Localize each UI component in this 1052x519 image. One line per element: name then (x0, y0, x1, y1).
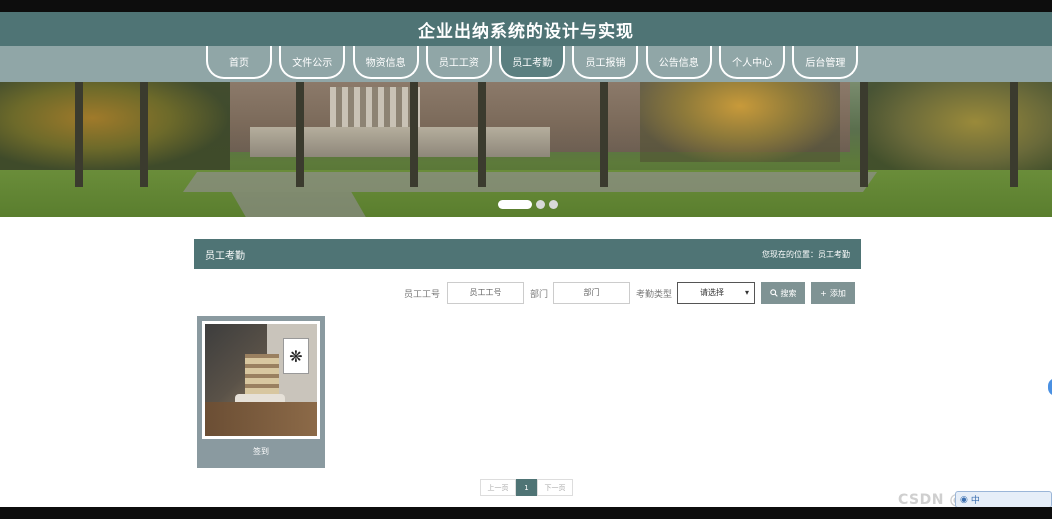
room-photo: ❋ (205, 324, 317, 436)
window-top-edge (0, 0, 1052, 12)
window-bottom-edge (0, 507, 1052, 519)
banner-trunk (75, 82, 83, 187)
chevron-down-icon: ▾ (744, 288, 749, 297)
banner-columns (330, 87, 420, 132)
prev-page-button[interactable]: 上一页 (480, 479, 516, 496)
next-page-button[interactable]: 下一页 (537, 479, 573, 496)
add-button-label: 添加 (829, 288, 846, 298)
search-bar: 员工工号 员工工号 部门 部门 考勤类型 请选择 ▾ 搜索 + 添加 (194, 282, 861, 304)
main-nav: 首页 文件公示 物资信息 员工工资 员工考勤 员工报销 公告信息 个人中心 后台管理 (0, 46, 1052, 82)
panel-title: 员工考勤 (205, 250, 245, 262)
nav-item[interactable]: 公告信息 (645, 46, 712, 79)
record-image[interactable]: ❋ (202, 321, 320, 439)
banner-trunk (478, 82, 486, 187)
site-header: 企业出纳系统的设计与实现 (0, 12, 1052, 46)
carousel-dots (498, 200, 558, 209)
nav-item[interactable]: 员工报销 (572, 46, 639, 79)
emp-no-label: 员工工号 (404, 290, 441, 300)
banner-path (182, 172, 878, 192)
brain-art-icon: ❋ (283, 338, 309, 374)
search-icon (769, 289, 778, 297)
pagination: 上一页 1 下一页 (480, 479, 573, 496)
panel-header: 员工考勤 您现在的位置：员工考勤 (194, 239, 861, 269)
banner-trunk (860, 82, 868, 187)
nav-item[interactable]: 后台管理 (792, 46, 859, 79)
search-button-label: 搜索 (780, 288, 797, 298)
banner-trunk (140, 82, 148, 187)
nav-item[interactable]: 个人中心 (719, 46, 786, 79)
emp-no-input[interactable]: 员工工号 (447, 282, 524, 304)
type-label: 考勤类型 (636, 290, 673, 300)
carousel-dot[interactable] (536, 200, 545, 209)
record-card[interactable]: ❋ 签到 (197, 316, 325, 468)
banner-carousel[interactable] (0, 82, 1052, 217)
nav-item[interactable]: 首页 (206, 46, 272, 79)
attendance-type-select[interactable]: 请选择 ▾ (677, 282, 755, 304)
breadcrumb: 您现在的位置：员工考勤 (762, 249, 850, 259)
carousel-dot[interactable] (549, 200, 558, 209)
banner-path-2 (231, 192, 369, 217)
dept-input[interactable]: 部门 (553, 282, 630, 304)
translate-toolbar[interactable]: ◉ 中 (955, 491, 1052, 508)
banner-trunk (600, 82, 608, 187)
nav-item[interactable]: 物资信息 (352, 46, 419, 79)
add-button[interactable]: + 添加 (811, 282, 855, 304)
photo-floor (205, 402, 317, 436)
page-1-button[interactable]: 1 (516, 479, 537, 496)
dept-label: 部门 (530, 290, 549, 300)
nav-item[interactable]: 员工考勤 (499, 46, 566, 79)
banner-steps (250, 127, 550, 157)
translate-badge-label: 中 (970, 496, 980, 506)
record-name[interactable]: 签到 (197, 446, 325, 457)
nav-item[interactable]: 文件公示 (279, 46, 346, 79)
plus-icon: + (820, 288, 827, 298)
photo-shelf (245, 354, 279, 394)
site-title: 企业出纳系统的设计与实现 (418, 21, 634, 42)
nav-items: 首页 文件公示 物资信息 员工工资 员工考勤 员工报销 公告信息 个人中心 后台管理 (206, 46, 866, 79)
banner-trunk (296, 82, 304, 187)
select-value: 请选择 (700, 288, 724, 297)
banner-tree-left (0, 82, 230, 172)
banner-tree-right (860, 82, 1052, 182)
translate-icon: ◉ (960, 494, 968, 505)
side-float-tab[interactable] (1048, 378, 1052, 396)
nav-item[interactable]: 员工工资 (425, 46, 492, 79)
banner-trunk (410, 82, 418, 187)
banner-tree-mid (640, 82, 840, 162)
banner-trunk (1010, 82, 1018, 187)
search-button[interactable]: 搜索 (761, 282, 805, 304)
carousel-dot[interactable] (498, 200, 532, 209)
